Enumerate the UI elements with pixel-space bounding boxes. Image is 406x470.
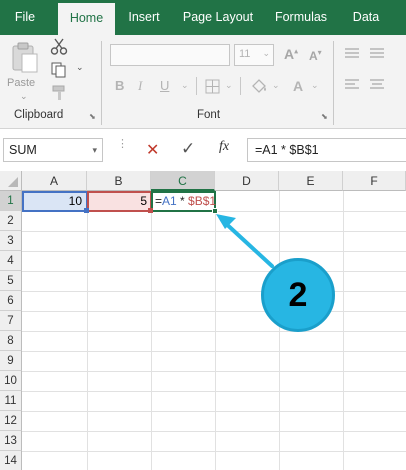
tab-data[interactable]: Data [344,0,388,35]
align-center-icon[interactable] [368,78,388,92]
cell-c1[interactable]: =A1 * $B$1 [151,191,216,212]
ribbon-tab-bar: File Home Insert Page Layout Formulas Da… [0,0,406,35]
paste-button[interactable]: Paste ⌄ [7,39,43,105]
align-top-icon[interactable] [343,47,363,61]
borders-icon[interactable] [205,79,221,95]
format-painter-icon[interactable] [50,84,68,102]
chevron-down-icon[interactable]: ⌄ [225,80,233,91]
row-header-4[interactable]: 4 [0,251,22,271]
tab-page-layout[interactable]: Page Layout [177,0,259,35]
tab-home[interactable]: Home [58,3,115,35]
formula-ref-b1: $B$1 [188,194,217,208]
row-header-10[interactable]: 10 [0,371,22,391]
row-header-11[interactable]: 11 [0,391,22,411]
gridline [22,311,406,312]
paste-label: Paste [7,77,36,89]
font-group-label: Font [197,109,221,121]
column-header-d[interactable]: D [215,171,279,191]
group-divider [101,41,102,125]
align-left-icon[interactable] [343,78,363,92]
row-header-7[interactable]: 7 [0,311,22,331]
tab-insert[interactable]: Insert [119,0,169,35]
gridline [22,431,406,432]
formula-bar: SUM ▾ ⋮ ✕ ✓ fx =A1 * $B$1 [0,129,406,171]
chevron-down-icon[interactable]: ⌄ [272,80,280,91]
tab-formulas[interactable]: Formulas [268,0,334,35]
clipboard-group-label: Clipboard [14,109,64,121]
row-header-6[interactable]: 6 [0,291,22,311]
gridline [22,291,406,292]
formula-input[interactable]: =A1 * $B$1 [247,138,406,162]
chevron-down-icon[interactable]: ⌄ [311,80,319,91]
spreadsheet-grid: A B C D E F 1 2 3 4 5 6 7 8 9 10 11 12 1… [0,171,406,470]
row-header-1[interactable]: 1 [0,191,22,211]
column-header-f[interactable]: F [343,171,406,191]
grow-font-icon[interactable]: A▴ [284,46,298,62]
formula-ref-a1: A1 [162,194,177,208]
tab-file[interactable]: File [0,0,50,35]
fill-color-icon[interactable] [249,77,269,95]
row-header-8[interactable]: 8 [0,331,22,351]
gridline [22,411,406,412]
chevron-down-icon[interactable]: ▾ [92,139,97,161]
row-header-2[interactable]: 2 [0,211,22,231]
gridline [22,271,406,272]
dialog-launcher-icon[interactable]: ⬊ [321,112,328,121]
gridline [22,351,406,352]
group-divider [333,41,334,125]
row-header-14[interactable]: 14 [0,451,22,470]
copy-icon[interactable] [50,61,68,79]
column-header-b[interactable]: B [87,171,151,191]
cell-a1[interactable]: 10 [22,191,88,212]
enter-button[interactable]: ✓ [181,139,195,159]
column-header-c[interactable]: C [151,171,215,191]
gridline [22,371,406,372]
select-all-corner[interactable] [0,171,22,191]
align-middle-icon[interactable] [368,47,388,61]
row-header-9[interactable]: 9 [0,351,22,371]
gridline [22,251,406,252]
chevron-down-icon: ⌄ [262,48,270,58]
cancel-button[interactable]: ✕ [146,140,159,160]
chevron-down-icon[interactable]: ⌄ [76,62,84,73]
gridline [22,231,406,232]
gridline [22,331,406,332]
cut-icon[interactable] [50,38,68,56]
divider [196,77,197,95]
gridline [22,451,406,452]
chevron-down-icon: ⌄ [20,91,28,101]
gridline [22,391,406,392]
name-box[interactable]: SUM ▾ [3,138,103,162]
font-name-combo[interactable] [110,44,230,66]
font-size-combo[interactable]: 11 ⌄ [234,44,274,66]
name-box-value: SUM [9,143,37,157]
shrink-font-icon[interactable]: A▾ [309,48,322,63]
bold-button[interactable]: B [115,78,124,93]
chevron-down-icon[interactable]: ⌄ [181,80,189,91]
italic-button[interactable]: I [138,78,142,94]
formula-equals: = [155,194,163,208]
column-header-e[interactable]: E [279,171,343,191]
column-header-a[interactable]: A [22,171,87,191]
more-icon: ⋮ [117,138,128,150]
formula-operator: * [176,194,189,208]
font-color-icon[interactable]: A [293,78,303,94]
ribbon: Paste ⌄ ⌄ Clipboard ⬊ 11 ⌄ A▴ A▾ B I U ⌄… [0,35,406,129]
cell-b1[interactable]: 5 [87,191,152,212]
range-handle[interactable] [148,208,153,213]
insert-function-button[interactable]: fx [219,139,229,155]
step-callout-badge: 2 [261,258,335,332]
divider [240,77,241,95]
underline-button[interactable]: U [160,78,169,93]
fill-handle[interactable] [212,208,218,214]
row-header-5[interactable]: 5 [0,271,22,291]
row-header-3[interactable]: 3 [0,231,22,251]
dialog-launcher-icon[interactable]: ⬊ [89,112,96,121]
font-size-value: 11 [239,48,251,60]
row-header-12[interactable]: 12 [0,411,22,431]
range-handle[interactable] [84,208,89,213]
row-header-13[interactable]: 13 [0,431,22,451]
clipboard-icon [12,42,38,73]
